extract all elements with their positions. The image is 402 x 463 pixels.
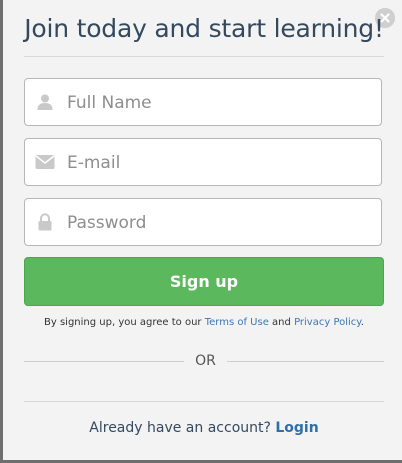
terms-of-use-link[interactable]: Terms of Use	[205, 317, 269, 328]
title-divider	[24, 56, 384, 57]
email-input[interactable]	[65, 147, 374, 179]
lock-icon	[35, 212, 55, 232]
privacy-policy-link[interactable]: Privacy Policy	[294, 317, 361, 328]
or-divider-right	[227, 361, 384, 362]
terms-and: and	[272, 317, 291, 328]
signup-button[interactable]: Sign up	[24, 257, 384, 306]
login-question: Already have an account?	[89, 420, 271, 436]
footer-divider	[24, 401, 384, 402]
terms-notice: By signing up, you agree to our Terms of…	[24, 317, 384, 328]
password-field[interactable]	[24, 198, 382, 246]
terms-prefix: By signing up, you agree to our	[44, 317, 202, 328]
email-field[interactable]	[24, 138, 382, 186]
envelope-icon	[35, 152, 55, 172]
signup-modal: Join today and start learning! Full Name…	[3, 0, 402, 460]
login-prompt: Already have an account? Login	[24, 420, 384, 436]
or-label: OR	[195, 353, 216, 369]
modal-title: Join today and start learning!	[24, 14, 384, 43]
password-input[interactable]	[65, 207, 374, 239]
terms-suffix: .	[360, 317, 364, 328]
user-icon	[35, 92, 55, 112]
full-name-input[interactable]	[65, 87, 374, 119]
full-name-field[interactable]	[24, 78, 382, 126]
login-link[interactable]: Login	[275, 420, 318, 436]
or-divider-left	[24, 361, 184, 362]
